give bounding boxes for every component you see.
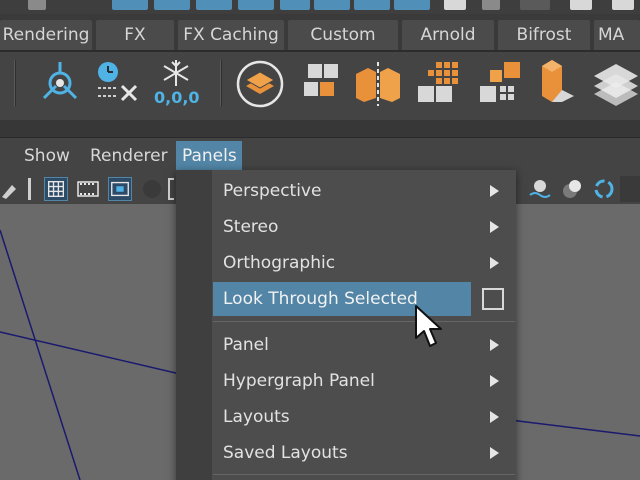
menu-item-label: Layouts — [223, 407, 290, 427]
ambient-occlusion-icon[interactable] — [592, 177, 616, 201]
menu-item-label: Panel — [223, 335, 269, 355]
panel-menu-bar: Show Renderer Panels — [0, 138, 640, 172]
brush-icon[interactable] — [0, 177, 24, 201]
partial-icon[interactable] — [196, 0, 232, 10]
partial-icon[interactable] — [112, 0, 148, 10]
symmetry-block-icon[interactable] — [352, 56, 404, 108]
stacked-plates-icon[interactable] — [590, 56, 640, 108]
menu-gutter — [176, 170, 212, 480]
option-box-icon[interactable] — [482, 288, 504, 310]
menu-show[interactable]: Show — [18, 141, 76, 171]
tab-ma[interactable]: MA — [594, 20, 640, 50]
joint-tool-icon[interactable] — [34, 56, 86, 108]
freeze-transform-icon[interactable]: 0,0,0 — [150, 56, 202, 108]
grid-blocks-icon[interactable] — [296, 56, 348, 108]
menu-item-saved-layouts[interactable]: Saved Layouts — [213, 436, 515, 470]
gate-mask-icon[interactable] — [140, 177, 164, 201]
menu-item-label: Look Through Selected — [223, 289, 418, 309]
menu-renderer[interactable]: Renderer — [84, 141, 174, 171]
tab-bifrost[interactable]: Bifrost — [498, 20, 590, 50]
time-delete-icon[interactable] — [92, 56, 144, 108]
menu-item-label: Orthographic — [223, 253, 336, 273]
tab-fx-caching[interactable]: FX Caching — [178, 20, 284, 50]
menu-divider — [213, 474, 515, 475]
partial-icon[interactable] — [28, 0, 46, 10]
tab-fx[interactable]: FX — [96, 20, 174, 50]
resolution-gate-icon[interactable] — [108, 177, 132, 201]
dot-grid-icon[interactable] — [414, 56, 466, 108]
partial-icon[interactable] — [314, 0, 350, 10]
menu-item-label: Hypergraph Panel — [223, 371, 375, 391]
tab-custom[interactable]: Custom — [288, 20, 398, 50]
tab-rendering[interactable]: Rendering — [0, 20, 92, 50]
grid-toggle-icon[interactable] — [44, 177, 68, 201]
partial-icon[interactable] — [520, 0, 550, 10]
shadow-sphere-icon[interactable] — [560, 177, 584, 201]
shelf-divider-band — [0, 120, 640, 138]
block-grid-icon[interactable] — [476, 56, 528, 108]
submenu-arrow-icon — [490, 411, 499, 423]
mouse-cursor-icon — [415, 305, 442, 347]
partial-toolbar-icon[interactable] — [620, 176, 640, 202]
light-splash-icon[interactable] — [528, 177, 552, 201]
partial-icon[interactable] — [570, 0, 592, 10]
submenu-arrow-icon — [490, 339, 499, 351]
shelf-tab-bar: Rendering FX FX Caching Custom Arnold Bi… — [0, 14, 640, 52]
submenu-arrow-icon — [490, 221, 499, 233]
submenu-arrow-icon — [490, 375, 499, 387]
menu-item-orthographic[interactable]: Orthographic — [213, 246, 515, 280]
menu-item-label: Perspective — [223, 181, 322, 201]
menu-divider — [213, 321, 515, 322]
shelf-separator — [14, 60, 16, 106]
film-gate-icon[interactable] — [76, 177, 100, 201]
shelf-separator — [220, 60, 222, 106]
menu-item-layouts[interactable]: Layouts — [213, 400, 515, 434]
menu-item-label: Saved Layouts — [223, 443, 348, 463]
freeze-transform-label: 0,0,0 — [154, 88, 200, 107]
menu-panels[interactable]: Panels — [176, 141, 242, 171]
partial-icon[interactable] — [154, 0, 190, 10]
partial-toolbar-icon[interactable] — [168, 178, 174, 200]
top-icon-strip — [0, 0, 640, 14]
submenu-arrow-icon — [490, 257, 499, 269]
partial-icon[interactable] — [612, 0, 634, 10]
shelf-icons: 0,0,0 — [0, 52, 640, 120]
tall-block-icon[interactable] — [534, 56, 586, 108]
menu-item-hypergraph-panel[interactable]: Hypergraph Panel — [213, 364, 515, 398]
menu-item-stereo[interactable]: Stereo — [213, 210, 515, 244]
partial-icon[interactable] — [280, 0, 310, 10]
submenu-arrow-icon — [490, 185, 499, 197]
menu-item-perspective[interactable]: Perspective — [213, 174, 515, 208]
menu-item-label: Stereo — [223, 217, 279, 237]
menu-item-panel[interactable]: Panel — [213, 328, 515, 362]
tab-arnold[interactable]: Arnold — [402, 20, 494, 50]
partial-icon[interactable] — [354, 0, 390, 10]
panels-dropdown-menu: Perspective Stereo Orthographic Look Thr… — [176, 170, 516, 480]
partial-icon[interactable] — [238, 0, 274, 10]
submenu-arrow-icon — [490, 447, 499, 459]
partial-icon[interactable] — [444, 0, 466, 10]
partial-icon[interactable] — [394, 0, 430, 10]
toolbar-separator — [28, 178, 31, 200]
partial-icon[interactable] — [482, 0, 500, 10]
layer-stack-icon[interactable] — [234, 56, 286, 108]
